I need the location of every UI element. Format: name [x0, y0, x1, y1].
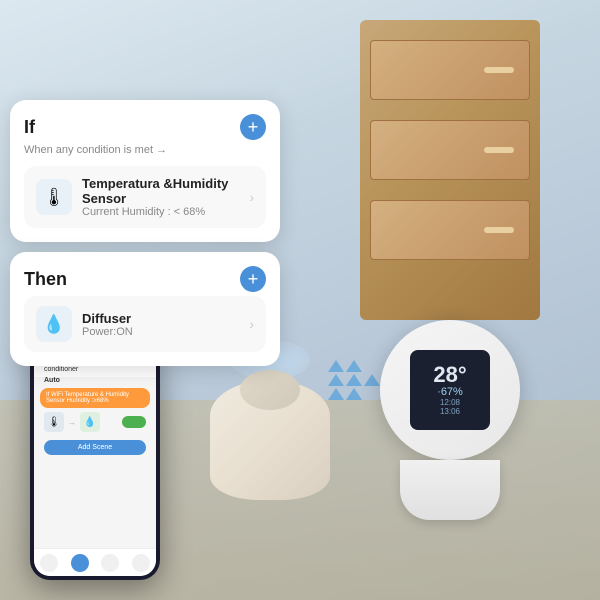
- then-device-row[interactable]: 💧 Diffuser Power:ON ›: [24, 296, 266, 352]
- phone-nav-scenes[interactable]: [71, 554, 89, 572]
- thermostat-temperature: 28°: [433, 364, 466, 386]
- phone-device-icon-diffuser: 💧: [80, 412, 100, 432]
- thermostat-base: [400, 460, 500, 520]
- phone-nav-home[interactable]: [40, 554, 58, 572]
- phone-condition-text: If WiFi Temperature & Humidity Sensor Hu…: [46, 392, 129, 404]
- then-device-info: Diffuser Power:ON: [82, 311, 239, 338]
- if-card: If + When any condition is met → 🌡 Tempe…: [10, 100, 280, 242]
- if-device-row[interactable]: 🌡 Temperatura &Humidity Sensor Current H…: [24, 166, 266, 228]
- then-card-header: Then +: [24, 266, 266, 292]
- dresser: [360, 20, 540, 320]
- then-card-title: Then: [24, 269, 67, 290]
- diffuser-top: [240, 370, 300, 410]
- dresser-drawer-1: [370, 40, 530, 100]
- phone-arrow-icon: →: [68, 418, 76, 427]
- dresser-drawer-2: [370, 120, 530, 180]
- phone-device-row: 🌡 → 💧: [34, 408, 156, 436]
- if-card-subtitle: When any condition is met →: [24, 144, 266, 156]
- chevron-right-icon-2: ›: [249, 316, 254, 332]
- drawer-handle-1: [484, 67, 514, 73]
- phone-add-scene-button[interactable]: Add Scene: [44, 440, 146, 455]
- phone-nav-profile[interactable]: [132, 554, 150, 572]
- if-device-status: Current Humidity : < 68%: [82, 206, 239, 218]
- phone-device-icon-sensor: 🌡: [44, 412, 64, 432]
- dresser-drawer-3: [370, 200, 530, 260]
- ui-cards-overlay: If + When any condition is met → 🌡 Tempe…: [10, 100, 280, 366]
- diffuser-device: [200, 350, 340, 500]
- phone-auto-label: Auto: [44, 377, 60, 384]
- phone-bottom-navigation: [34, 548, 156, 576]
- chevron-right-icon: ›: [249, 189, 254, 205]
- thermostat-device: 28° ·67% 12:08 13:06: [380, 320, 530, 520]
- then-device-name: Diffuser: [82, 311, 239, 326]
- if-device-name: Temperatura &Humidity Sensor: [82, 176, 239, 206]
- phone-mockup: Cold and warm effect, Temp care, Temp hi…: [30, 340, 160, 580]
- drawer-handle-3: [484, 227, 514, 233]
- phone-screen: Cold and warm effect, Temp care, Temp hi…: [34, 344, 156, 576]
- phone-condition: If WiFi Temperature & Humidity Sensor Hu…: [40, 388, 150, 408]
- if-card-header: If +: [24, 114, 266, 140]
- sensor-icon: 🌡: [36, 179, 72, 215]
- diffuser-icon: 💧: [36, 306, 72, 342]
- thermostat-circle: 28° ·67% 12:08 13:06: [380, 320, 520, 460]
- thermostat-time2: 13:06: [440, 407, 460, 416]
- phone-auto-row: Auto: [34, 377, 156, 384]
- thermostat-humidity: ·67%: [437, 386, 463, 398]
- if-add-button[interactable]: +: [240, 114, 266, 140]
- thermostat-screen: 28° ·67% 12:08 13:06: [410, 350, 490, 430]
- then-card: Then + 💧 Diffuser Power:ON ›: [10, 252, 280, 366]
- phone-nav-devices[interactable]: [101, 554, 119, 572]
- if-device-info: Temperatura &Humidity Sensor Current Hum…: [82, 176, 239, 218]
- if-card-title: If: [24, 117, 35, 138]
- thermostat-time1: 12:08: [440, 398, 460, 407]
- then-add-button[interactable]: +: [240, 266, 266, 292]
- phone-toggle[interactable]: [122, 416, 146, 428]
- drawer-handle-2: [484, 147, 514, 153]
- then-device-status: Power:ON: [82, 326, 239, 338]
